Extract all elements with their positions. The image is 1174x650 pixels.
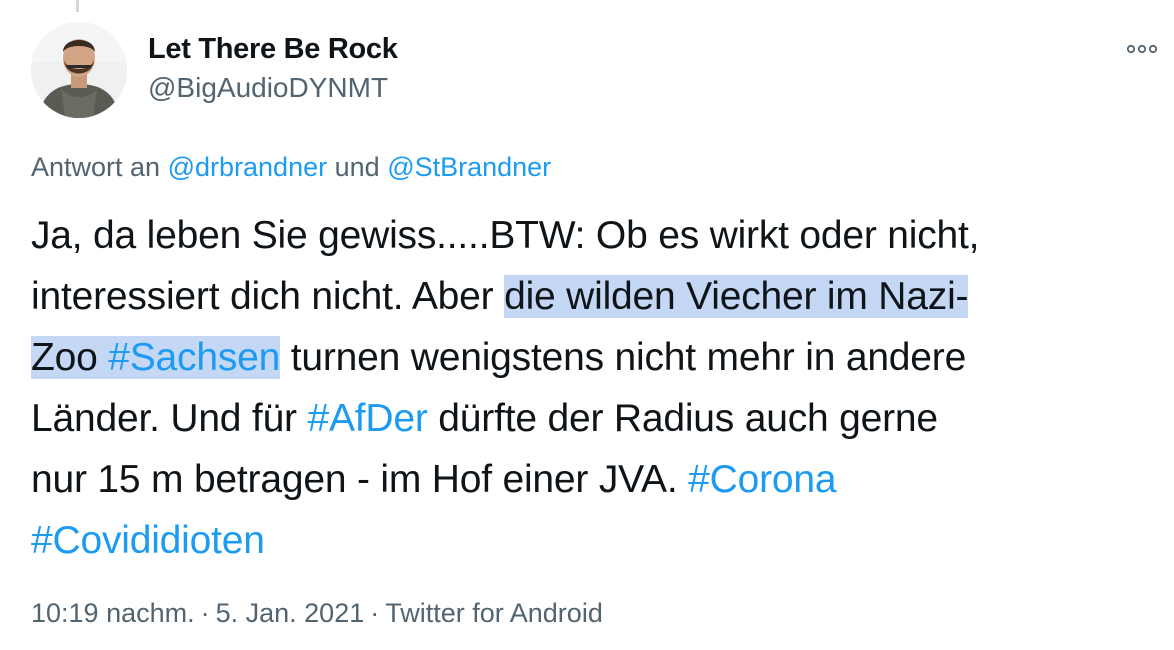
- meta-separator: ·: [370, 598, 380, 628]
- author-display-name[interactable]: Let There Be Rock: [148, 33, 398, 66]
- tweet-text-segment: Länder. Und für: [31, 397, 308, 440]
- tweet-source: Twitter for Android: [385, 598, 603, 628]
- reply-to-prefix: Antwort an: [31, 152, 161, 182]
- avatar-image: [31, 22, 127, 118]
- tweet-text: Ja, da leben Sie gewiss.....BTW: Ob es w…: [31, 205, 1171, 571]
- tweet-time[interactable]: 10:19 nachm.: [31, 598, 195, 628]
- tweet-line: #Covididioten: [31, 510, 1171, 571]
- highlighted-text-segment: die wilden Viecher im Nazi-: [504, 275, 969, 318]
- reply-to-line: Antwort an @drbrandner und @StBrandner: [31, 152, 551, 183]
- avatar[interactable]: [31, 22, 127, 118]
- author-handle[interactable]: @BigAudioDYNMT: [148, 72, 388, 104]
- highlighted-text-segment: Zoo: [31, 336, 109, 379]
- hashtag-corona[interactable]: #Corona: [688, 458, 836, 501]
- tweet-text-segment: nur 15 m betragen - im Hof einer JVA.: [31, 458, 689, 501]
- more-options-icon: [1126, 44, 1158, 54]
- tweet-date[interactable]: 5. Jan. 2021: [216, 598, 365, 628]
- thread-connector-line: [76, 0, 79, 12]
- tweet-text-segment: interessiert dich nicht. Aber: [31, 275, 505, 318]
- tweet-text-segment: dürfte der Radius auch gerne: [427, 397, 938, 440]
- tweet-metadata: 10:19 nachm. · 5. Jan. 2021 · Twitter for An…: [31, 598, 603, 629]
- hashtag-sachsen[interactable]: #Sachsen: [108, 336, 280, 379]
- tweet-text-segment: turnen wenigstens nicht mehr in andere: [280, 336, 967, 379]
- more-options-button[interactable]: [1122, 34, 1162, 64]
- hashtag-covididioten[interactable]: #Covididioten: [31, 519, 265, 562]
- tweet-text-segment: Ja, da leben Sie gewiss.....BTW: Ob es w…: [31, 214, 980, 257]
- meta-separator: ·: [200, 598, 210, 628]
- tweet-line: Länder. Und für #AfDer dürfte der Radius…: [31, 388, 1171, 449]
- tweet-line: Zoo #Sachsen turnen wenigstens nicht meh…: [31, 327, 1171, 388]
- mention-drbrandner[interactable]: @drbrandner: [168, 152, 328, 182]
- tweet-line: interessiert dich nicht. Aber die wilden…: [31, 266, 1171, 327]
- reply-to-conjunction: und: [334, 152, 380, 182]
- tweet-line: Ja, da leben Sie gewiss.....BTW: Ob es w…: [31, 205, 1171, 266]
- mention-stbrandner[interactable]: @StBrandner: [387, 152, 551, 182]
- hashtag-afder[interactable]: #AfDer: [307, 397, 427, 440]
- tweet-line: nur 15 m betragen - im Hof einer JVA. #C…: [31, 449, 1171, 510]
